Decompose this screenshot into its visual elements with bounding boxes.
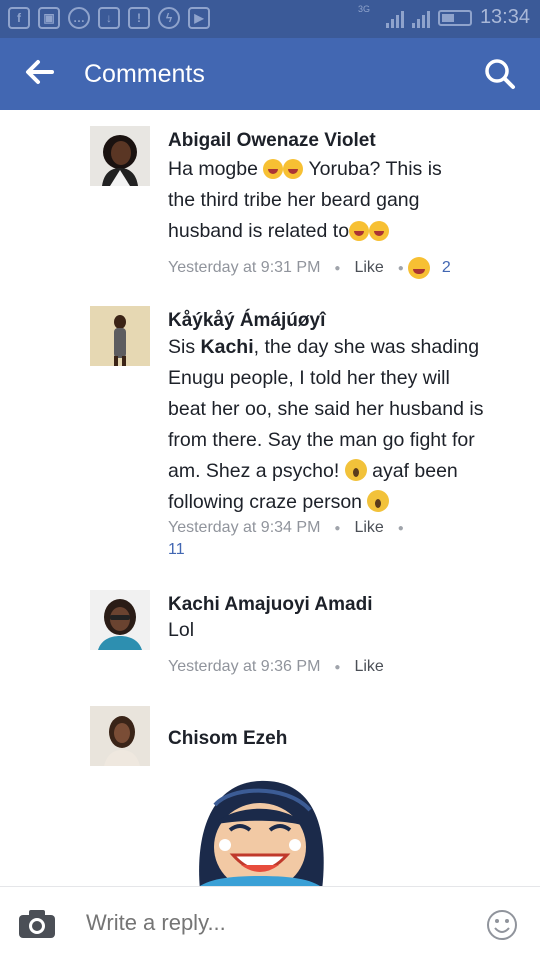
separator: ●	[334, 262, 341, 274]
comment-meta: Yesterday at 9:31 PM ● Like ● 2	[168, 257, 451, 279]
separator: ●	[397, 262, 404, 274]
like-button[interactable]: Like	[354, 259, 383, 277]
messenger-notification-icon: ϟ	[158, 7, 180, 29]
comment-text: Lol	[168, 615, 513, 646]
reaction-count[interactable]: 11	[168, 541, 185, 559]
comment-text-line: Lol	[168, 619, 195, 641]
alert-notification-icon: !	[128, 7, 150, 29]
reply-bar	[0, 886, 540, 961]
comment-meta: Yesterday at 9:36 PM ● Like	[168, 658, 384, 676]
tears-of-joy-emoji-icon	[369, 221, 390, 241]
back-arrow-icon[interactable]	[24, 56, 60, 92]
separator: ●	[334, 661, 341, 673]
comment-text: Ha mogbe Yoruba? This is the third tribe…	[168, 154, 513, 247]
grinning-emoji-icon	[283, 159, 304, 179]
comment-text-line: following craze person	[168, 491, 363, 513]
comment-timestamp: Yesterday at 9:36 PM	[168, 658, 321, 675]
comment-text-line: Yoruba? This is	[308, 158, 442, 180]
avatar[interactable]	[90, 126, 150, 186]
comment-author[interactable]: Chisom Ezeh	[168, 728, 287, 750]
download-notification-icon: ↓	[98, 7, 120, 29]
notification-icons: f ▣ … ↓ ! ϟ ▶	[8, 7, 210, 29]
comment-meta: Yesterday at 9:34 PM ● Like ●	[168, 519, 418, 537]
clock: 13:34	[479, 6, 530, 28]
reaction-row: 11	[168, 541, 185, 559]
avatar[interactable]	[90, 306, 150, 366]
comment-text-line: Enugu people, I told her they will	[168, 367, 450, 389]
screaming-emoji-icon	[344, 459, 367, 481]
app-bar: Comments	[0, 38, 540, 110]
comment-timestamp: Yesterday at 9:31 PM	[168, 259, 321, 276]
signal-icon	[385, 8, 404, 28]
emoji-picker-icon[interactable]	[486, 909, 518, 946]
network-type: 3G	[357, 4, 370, 14]
status-bar: f ▣ … ↓ ! ϟ ▶ 3G 13:34	[0, 0, 540, 38]
video-notification-icon: ▶	[188, 7, 210, 29]
reaction-count[interactable]: 2	[442, 259, 451, 277]
comment-timestamp: Yesterday at 9:34 PM	[168, 519, 321, 536]
like-button[interactable]: Like	[354, 519, 383, 537]
comment-text-line: am. Shez a psycho!	[168, 460, 340, 482]
battery-icon	[437, 9, 472, 26]
image-notification-icon: ▣	[38, 7, 60, 29]
like-button[interactable]: Like	[354, 658, 383, 676]
haha-reaction-icon[interactable]	[407, 257, 430, 279]
separator: ●	[334, 522, 341, 534]
page-title: Comments	[84, 60, 205, 88]
comment-text-line: Ha mogbe	[168, 158, 258, 180]
grinning-emoji-icon	[263, 159, 284, 179]
facebook-notification-icon: f	[8, 7, 30, 29]
chat-notification-icon: …	[68, 7, 90, 29]
mention-link[interactable]: Kachi	[201, 336, 254, 358]
laughing-girl-sticker	[175, 775, 345, 891]
signal-2-icon	[411, 8, 430, 28]
comment-text: Sis Kachi, the day she was shading Enugu…	[168, 332, 513, 518]
comment-author[interactable]: Kåýkåý Ámájúøyî	[168, 310, 325, 332]
comment-text-line: ayaf been	[372, 460, 458, 482]
separator: ●	[397, 522, 404, 534]
reply-input[interactable]	[84, 909, 468, 937]
comment-text-line: the third tribe her beard gang	[168, 189, 420, 211]
comment-text-line: from there. Say the man go fight for	[168, 429, 475, 451]
comment-text-line: , the day she was shading	[253, 336, 480, 358]
camera-icon[interactable]	[18, 909, 56, 944]
search-icon[interactable]	[484, 58, 516, 90]
avatar[interactable]	[90, 590, 150, 650]
avatar[interactable]	[90, 706, 150, 766]
comment-text-line: husband is related to	[168, 220, 350, 242]
comment-text-line: Sis	[168, 336, 201, 358]
tears-of-joy-emoji-icon	[349, 221, 370, 241]
comment-text-line: beat her oo, she said her husband is	[168, 398, 484, 420]
comment-author[interactable]: Abigail Owenaze Violet	[168, 130, 376, 152]
screaming-emoji-icon	[367, 490, 390, 512]
comment-author[interactable]: Kachi Amajuoyi Amadi	[168, 594, 372, 616]
